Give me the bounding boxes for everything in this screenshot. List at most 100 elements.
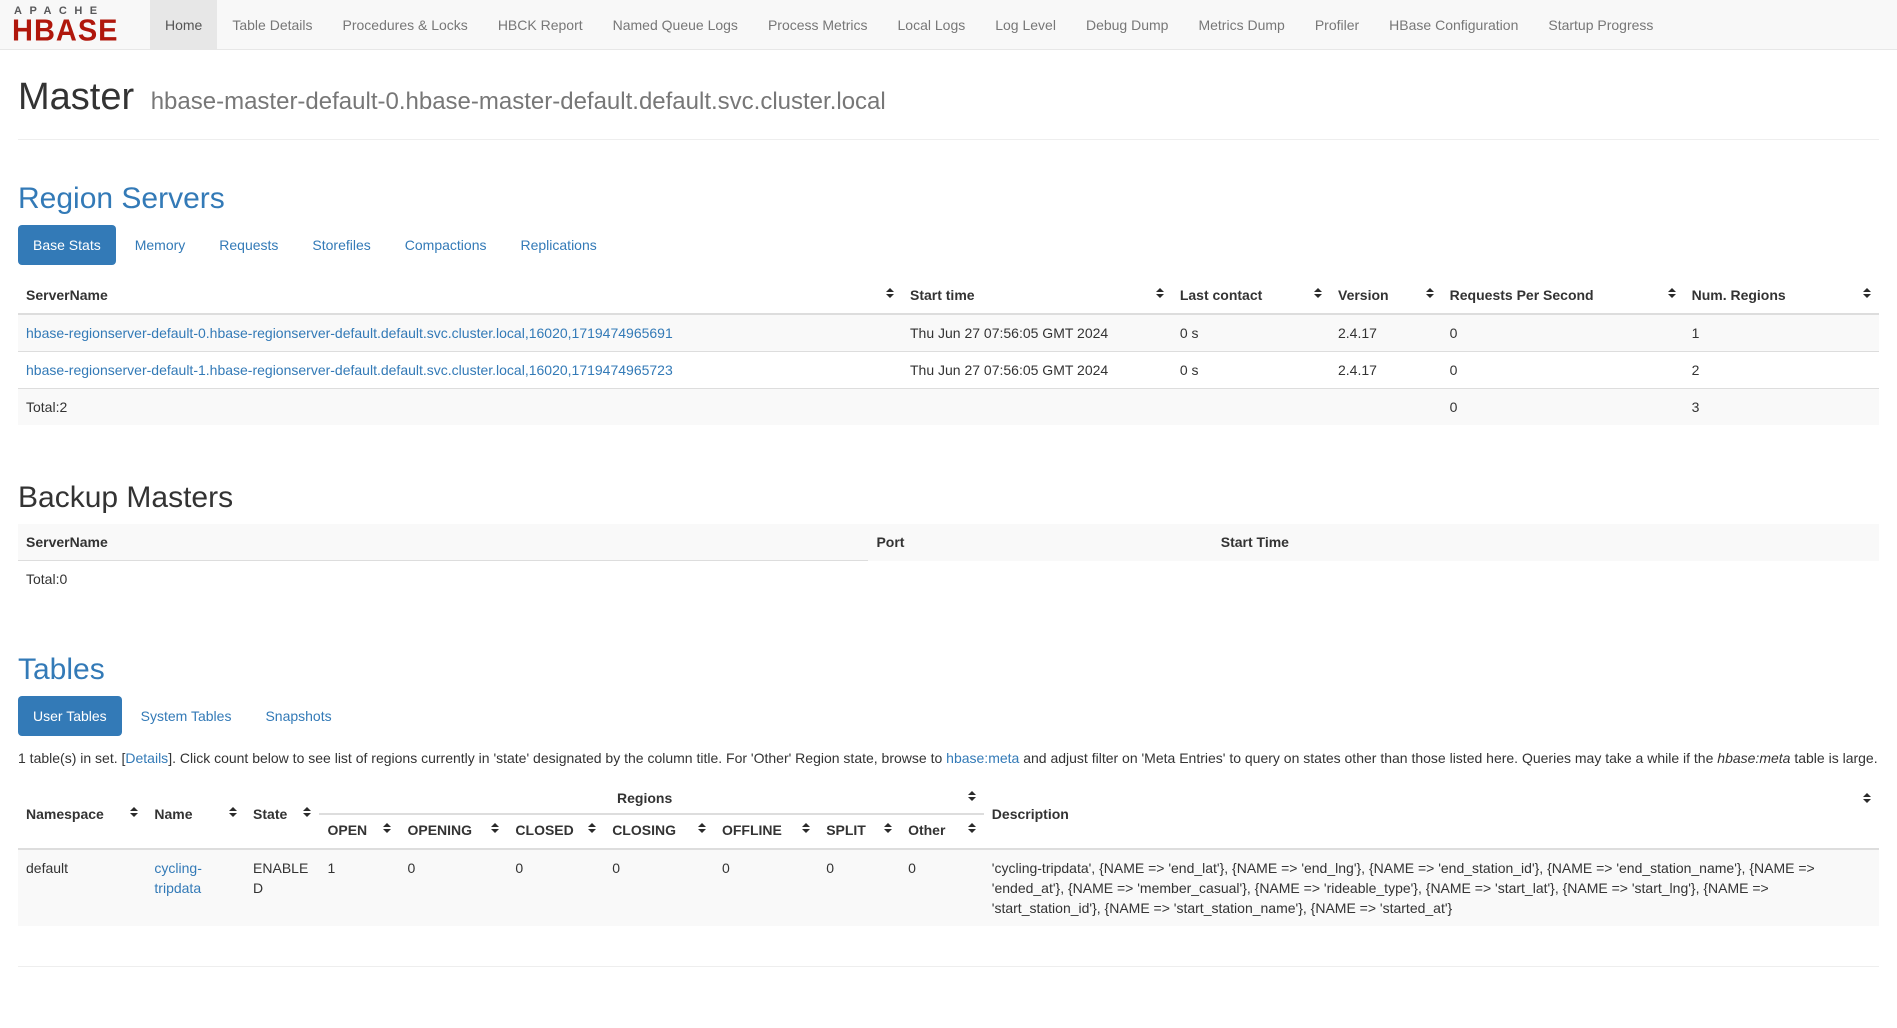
col-last-contact[interactable]: Last contact bbox=[1172, 277, 1330, 314]
nav-item-hbase-configuration[interactable]: HBase Configuration bbox=[1374, 0, 1533, 49]
sort-icon bbox=[229, 807, 237, 817]
tab-system-tables[interactable]: System Tables bbox=[126, 696, 247, 736]
nav-item-table-details[interactable]: Table Details bbox=[217, 0, 327, 49]
total-label: Total:2 bbox=[18, 389, 902, 426]
hbase-meta-link[interactable]: hbase:meta bbox=[946, 750, 1019, 766]
regionserver-link[interactable]: hbase-regionserver-default-0.hbase-regio… bbox=[26, 325, 673, 341]
description-cell: 'cycling-tripdata', {NAME => 'end_lat'},… bbox=[984, 849, 1879, 926]
nav-item-startup-progress[interactable]: Startup Progress bbox=[1533, 0, 1668, 49]
nav-item-procedures-locks[interactable]: Procedures & Locks bbox=[328, 0, 483, 49]
sort-icon bbox=[1314, 288, 1322, 298]
top-navbar: APACHE HBASE Home Table Details Procedur… bbox=[0, 0, 1897, 50]
col-closing[interactable]: CLOSING bbox=[604, 814, 714, 849]
nav-item-hbck-report[interactable]: HBCK Report bbox=[483, 0, 598, 49]
col-name[interactable]: Name bbox=[146, 780, 245, 849]
nav-item-metrics-dump[interactable]: Metrics Dump bbox=[1183, 0, 1299, 49]
tab-memory[interactable]: Memory bbox=[120, 225, 201, 265]
sort-icon bbox=[1156, 288, 1164, 298]
col-other[interactable]: Other bbox=[900, 814, 984, 849]
col-requests-per-second[interactable]: Requests Per Second bbox=[1442, 277, 1684, 314]
tables-tabs: User Tables System Tables Snapshots bbox=[18, 696, 1879, 736]
rps-cell: 0 bbox=[1442, 352, 1684, 389]
tab-user-tables[interactable]: User Tables bbox=[18, 696, 122, 736]
backup-total-row: Total:0 bbox=[18, 561, 1879, 598]
tables-heading: Tables bbox=[18, 653, 1879, 686]
col-closed[interactable]: CLOSED bbox=[507, 814, 604, 849]
start-time-cell: Thu Jun 27 07:56:05 GMT 2024 bbox=[902, 314, 1172, 352]
region-servers-tabs: Base Stats Memory Requests Storefiles Co… bbox=[18, 225, 1879, 265]
sort-icon bbox=[303, 807, 311, 817]
sort-icon bbox=[1668, 288, 1676, 298]
tab-storefiles[interactable]: Storefiles bbox=[297, 225, 385, 265]
offline-cell: 0 bbox=[714, 849, 818, 926]
nav-item-profiler[interactable]: Profiler bbox=[1300, 0, 1374, 49]
col-version[interactable]: Version bbox=[1330, 277, 1442, 314]
col-start-time[interactable]: Start time bbox=[902, 277, 1172, 314]
total-row: Total:2 0 3 bbox=[18, 389, 1879, 426]
col-state[interactable]: State bbox=[245, 780, 319, 849]
other-cell: 0 bbox=[900, 849, 984, 926]
tab-requests[interactable]: Requests bbox=[204, 225, 293, 265]
user-tables-table: Namespace Name State Regions Description… bbox=[18, 780, 1879, 926]
version-cell: 2.4.17 bbox=[1330, 314, 1442, 352]
nav-item-debug-dump[interactable]: Debug Dump bbox=[1071, 0, 1184, 49]
page-header: Master hbase-master-default-0.hbase-mast… bbox=[18, 76, 1879, 140]
tab-snapshots[interactable]: Snapshots bbox=[250, 696, 346, 736]
details-link[interactable]: Details bbox=[125, 750, 168, 766]
sort-icon bbox=[968, 791, 976, 801]
nav-item-log-level[interactable]: Log Level bbox=[980, 0, 1071, 49]
start-time-cell: Thu Jun 27 07:56:05 GMT 2024 bbox=[902, 352, 1172, 389]
col-backup-servername: ServerName bbox=[18, 524, 868, 561]
num-regions-cell: 1 bbox=[1684, 314, 1879, 352]
sort-icon bbox=[588, 823, 596, 833]
rps-cell: 0 bbox=[1442, 314, 1684, 352]
table-row: default cycling-tripdata ENABLED 1 0 0 0… bbox=[18, 849, 1879, 926]
backup-total-label: Total:0 bbox=[18, 561, 868, 598]
backup-masters-heading: Backup Masters bbox=[18, 481, 1879, 514]
col-namespace[interactable]: Namespace bbox=[18, 780, 146, 849]
opening-cell: 0 bbox=[399, 849, 507, 926]
last-contact-cell: 0 s bbox=[1172, 314, 1330, 352]
tab-base-stats[interactable]: Base Stats bbox=[18, 225, 116, 265]
table-name-link[interactable]: cycling-tripdata bbox=[154, 860, 201, 896]
regionserver-row: hbase-regionserver-default-1.hbase-regio… bbox=[18, 352, 1879, 389]
nav-item-local-logs[interactable]: Local Logs bbox=[883, 0, 981, 49]
sort-icon bbox=[383, 823, 391, 833]
split-cell: 0 bbox=[818, 849, 900, 926]
col-split[interactable]: SPLIT bbox=[818, 814, 900, 849]
total-num-regions: 3 bbox=[1684, 389, 1879, 426]
hbase-logo[interactable]: APACHE HBASE bbox=[0, 0, 150, 49]
sort-icon bbox=[1863, 793, 1871, 803]
sort-icon bbox=[1426, 288, 1434, 298]
col-backup-port: Port bbox=[868, 524, 1212, 561]
col-open[interactable]: OPEN bbox=[319, 814, 399, 849]
logo-hbase-text: HBASE bbox=[12, 16, 136, 46]
closed-cell: 0 bbox=[507, 849, 604, 926]
col-group-regions[interactable]: Regions bbox=[319, 780, 983, 814]
col-servername[interactable]: ServerName bbox=[18, 277, 902, 314]
total-rps: 0 bbox=[1442, 389, 1684, 426]
col-description[interactable]: Description bbox=[984, 780, 1879, 849]
sort-icon bbox=[491, 823, 499, 833]
nav-item-home[interactable]: Home bbox=[150, 0, 217, 49]
backup-masters-table: ServerName Port Start Time Total:0 bbox=[18, 524, 1879, 597]
navbar-menu: Home Table Details Procedures & Locks HB… bbox=[150, 0, 1668, 49]
tab-replications[interactable]: Replications bbox=[505, 225, 611, 265]
sort-icon bbox=[968, 823, 976, 833]
col-num-regions[interactable]: Num. Regions bbox=[1684, 277, 1879, 314]
num-regions-cell: 2 bbox=[1684, 352, 1879, 389]
backup-masters-header: ServerName Port Start Time bbox=[18, 524, 1879, 561]
sort-icon bbox=[698, 823, 706, 833]
sort-icon bbox=[130, 807, 138, 817]
tab-compactions[interactable]: Compactions bbox=[390, 225, 502, 265]
col-offline[interactable]: OFFLINE bbox=[714, 814, 818, 849]
nav-item-named-queue-logs[interactable]: Named Queue Logs bbox=[598, 0, 753, 49]
namespace-cell: default bbox=[18, 849, 146, 926]
col-opening[interactable]: OPENING bbox=[399, 814, 507, 849]
regionserver-link[interactable]: hbase-regionserver-default-1.hbase-regio… bbox=[26, 362, 673, 378]
master-hostname: hbase-master-default-0.hbase-master-defa… bbox=[151, 88, 886, 115]
nav-item-process-metrics[interactable]: Process Metrics bbox=[753, 0, 883, 49]
region-servers-table: ServerName Start time Last contact Versi… bbox=[18, 277, 1879, 425]
col-backup-start-time: Start Time bbox=[1213, 524, 1879, 561]
open-count-link[interactable]: 1 bbox=[327, 860, 335, 876]
